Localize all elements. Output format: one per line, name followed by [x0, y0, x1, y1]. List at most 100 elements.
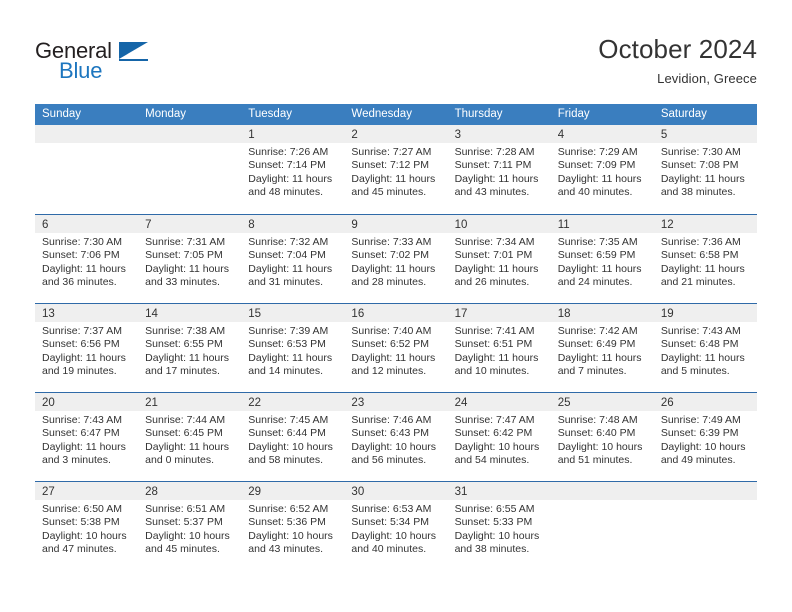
day-cell[interactable]: 2 Sunrise: 7:27 AM Sunset: 7:12 PM Daylight… — [344, 125, 448, 214]
day-number-band: 26 — [653, 393, 757, 411]
day-number-band: 2 — [344, 125, 448, 143]
day-info-daylight-1: Daylight: 11 hours — [454, 351, 539, 364]
day-info-daylight-2: and 7 minutes. — [557, 365, 627, 378]
day-number: 8 — [248, 219, 255, 231]
day-cell[interactable]: 29 Sunrise: 6:52 AM Sunset: 5:36 PM Dayligh… — [241, 482, 345, 570]
day-info-daylight-2: and 49 minutes. — [660, 454, 736, 467]
day-number-band: 1 — [241, 125, 345, 143]
day-info-daylight-1: Daylight: 10 hours — [351, 440, 437, 453]
day-number-band: 17 — [447, 304, 551, 322]
day-cell[interactable]: 14 Sunrise: 7:38 AM Sunset: 6:55 PM Dayligh… — [138, 304, 242, 392]
day-info-sunrise: Sunrise: 7:30 AM — [42, 236, 122, 248]
day-cell[interactable]: 10 Sunrise: 7:34 AM Sunset: 7:01 PM Dayligh… — [447, 215, 551, 303]
day-info-sunset: Sunset: 6:43 PM — [351, 427, 430, 440]
day-info-sunset: Sunset: 5:36 PM — [248, 516, 326, 529]
day-info-sunset: Sunset: 6:58 PM — [660, 249, 739, 262]
day-cell[interactable]: 22 Sunrise: 7:45 AM Sunset: 6:44 PM Dayligh… — [241, 393, 345, 481]
day-cell[interactable]: 28 Sunrise: 6:51 AM Sunset: 5:37 PM Dayligh… — [138, 482, 242, 570]
day-cell[interactable]: 13 Sunrise: 7:37 AM Sunset: 6:56 PM Dayligh… — [35, 304, 139, 392]
day-number-band: 4 — [550, 125, 654, 143]
day-number-band: 13 — [35, 304, 139, 322]
day-info-daylight-1: Daylight: 11 hours — [351, 351, 436, 364]
day-cell[interactable]: 4 Sunrise: 7:29 AM Sunset: 7:09 PM Daylight… — [550, 125, 654, 214]
day-info-daylight-2: and 19 minutes. — [42, 365, 117, 378]
day-info-sunrise: Sunrise: 7:37 AM — [42, 325, 122, 337]
day-cell[interactable]: 19 Sunrise: 7:43 AM Sunset: 6:48 PM Dayligh… — [653, 304, 757, 392]
day-cell[interactable]: 21 Sunrise: 7:44 AM Sunset: 6:45 PM Dayligh… — [138, 393, 242, 481]
day-cell[interactable]: 17 Sunrise: 7:41 AM Sunset: 6:51 PM Dayligh… — [447, 304, 551, 392]
day-info-sunrise: Sunrise: 7:31 AM — [145, 236, 226, 248]
week-row: 13 Sunrise: 7:37 AM Sunset: 6:56 PM Dayligh… — [35, 303, 757, 392]
day-cell-empty — [138, 125, 242, 214]
day-cell[interactable]: 24 Sunrise: 7:47 AM Sunset: 6:42 PM Dayligh… — [447, 393, 551, 481]
week-row: 1 Sunrise: 7:26 AM Sunset: 7:14 PM Daylight… — [35, 125, 757, 214]
day-cell[interactable]: 15 Sunrise: 7:39 AM Sunset: 6:53 PM Dayligh… — [241, 304, 345, 392]
general-blue-logo[interactable]: General Blue — [35, 38, 195, 90]
day-info-daylight-2: and 58 minutes. — [248, 454, 323, 467]
day-cell[interactable]: 1 Sunrise: 7:26 AM Sunset: 7:14 PM Daylight… — [241, 125, 345, 214]
day-info-sunset: Sunset: 6:40 PM — [557, 427, 636, 440]
day-number-band: 25 — [550, 393, 654, 411]
day-info-daylight-1: Daylight: 11 hours — [454, 172, 539, 185]
day-info-sunrise: Sunrise: 7:46 AM — [351, 414, 432, 426]
day-number: 21 — [145, 397, 158, 409]
day-cell[interactable]: 5 Sunrise: 7:30 AM Sunset: 7:08 PM Daylight… — [653, 125, 757, 214]
day-cell[interactable]: 9 Sunrise: 7:33 AM Sunset: 7:02 PM Daylight… — [344, 215, 448, 303]
day-info-daylight-1: Daylight: 11 hours — [42, 262, 126, 275]
day-number-band: 20 — [35, 393, 139, 411]
weekday-header-monday: Monday — [145, 108, 187, 120]
day-info-sunset: Sunset: 6:51 PM — [454, 338, 533, 351]
day-info-sunrise: Sunrise: 7:39 AM — [248, 325, 329, 337]
day-number: 11 — [557, 219, 570, 231]
day-info-sunset: Sunset: 7:14 PM — [248, 159, 326, 172]
day-info-daylight-2: and 47 minutes. — [42, 543, 117, 556]
day-cell[interactable]: 25 Sunrise: 7:48 AM Sunset: 6:40 PM Dayligh… — [550, 393, 654, 481]
day-info-sunrise: Sunrise: 6:52 AM — [248, 503, 329, 515]
title-block: October 2024 Levidion, Greece — [598, 33, 757, 89]
day-number: 6 — [42, 219, 49, 231]
weekday-header-row: Sunday Monday Tuesday Wednesday Thursday Frid… — [35, 104, 757, 125]
day-sun-info: Sunrise: 7:46 AM Sunset: 6:43 PM Daylight:… — [344, 411, 447, 468]
day-cell[interactable]: 26 Sunrise: 7:49 AM Sunset: 6:39 PM Dayligh… — [653, 393, 757, 481]
day-cell[interactable]: 18 Sunrise: 7:42 AM Sunset: 6:49 PM Dayligh… — [550, 304, 654, 392]
day-cell[interactable]: 8 Sunrise: 7:32 AM Sunset: 7:04 PM Daylight… — [241, 215, 345, 303]
day-info-daylight-2: and 40 minutes. — [557, 186, 633, 199]
day-cell[interactable]: 12 Sunrise: 7:36 AM Sunset: 6:58 PM Dayligh… — [653, 215, 757, 303]
day-cell[interactable]: 6 Sunrise: 7:30 AM Sunset: 7:06 PM Daylight… — [35, 215, 139, 303]
day-cell[interactable]: 27 Sunrise: 6:50 AM Sunset: 5:38 PM Dayligh… — [35, 482, 139, 570]
day-cell[interactable]: 20 Sunrise: 7:43 AM Sunset: 6:47 PM Dayligh… — [35, 393, 139, 481]
day-number: 26 — [660, 397, 674, 409]
day-cell[interactable]: 3 Sunrise: 7:28 AM Sunset: 7:11 PM Daylight… — [447, 125, 551, 214]
day-number-band: 30 — [344, 482, 448, 500]
day-info-sunrise: Sunrise: 7:41 AM — [454, 325, 535, 337]
day-sun-info: Sunrise: 6:52 AM Sunset: 5:36 PM Daylight:… — [241, 500, 344, 557]
day-cell[interactable]: 7 Sunrise: 7:31 AM Sunset: 7:05 PM Daylight… — [138, 215, 242, 303]
day-sun-info: Sunrise: 7:34 AM Sunset: 7:01 PM Daylight:… — [448, 233, 551, 290]
day-number-band: 31 — [447, 482, 551, 500]
day-info-daylight-2: and 0 minutes. — [145, 454, 215, 467]
day-cell[interactable]: 23 Sunrise: 7:46 AM Sunset: 6:43 PM Dayligh… — [344, 393, 448, 481]
day-info-daylight-2: and 48 minutes. — [248, 186, 323, 199]
day-number: 25 — [557, 397, 571, 409]
day-info-sunset: Sunset: 5:37 PM — [145, 516, 223, 529]
day-cell[interactable]: 11 Sunrise: 7:35 AM Sunset: 6:59 PM Dayligh… — [550, 215, 654, 303]
day-info-sunset: Sunset: 6:55 PM — [145, 338, 223, 351]
weekday-header-friday: Friday — [557, 108, 590, 120]
day-info-daylight-2: and 54 minutes. — [454, 454, 530, 467]
weekday-header-wednesday: Wednesday — [351, 108, 412, 120]
calendar-grid: Sunday Monday Tuesday Wednesday Thursday Frid… — [35, 104, 757, 570]
day-info-daylight-2: and 14 minutes. — [248, 365, 323, 378]
day-info-sunrise: Sunrise: 6:51 AM — [145, 503, 226, 515]
weekday-header-sunday: Sunday — [42, 108, 82, 120]
day-info-daylight-1: Daylight: 11 hours — [248, 351, 333, 364]
day-info-sunrise: Sunrise: 7:32 AM — [248, 236, 329, 248]
day-number: 18 — [557, 308, 571, 320]
day-cell[interactable]: 30 Sunrise: 6:53 AM Sunset: 5:34 PM Dayligh… — [344, 482, 448, 570]
day-info-sunrise: Sunrise: 6:53 AM — [351, 503, 432, 515]
day-info-daylight-2: and 10 minutes. — [454, 365, 530, 378]
day-cell[interactable]: 16 Sunrise: 7:40 AM Sunset: 6:52 PM Dayligh… — [344, 304, 448, 392]
day-info-sunset: Sunset: 6:59 PM — [557, 249, 636, 262]
day-cell[interactable]: 31 Sunrise: 6:55 AM Sunset: 5:33 PM Dayligh… — [447, 482, 551, 570]
day-info-daylight-2: and 31 minutes. — [248, 276, 323, 289]
day-sun-info: Sunrise: 7:27 AM Sunset: 7:12 PM Daylight:… — [344, 143, 447, 200]
